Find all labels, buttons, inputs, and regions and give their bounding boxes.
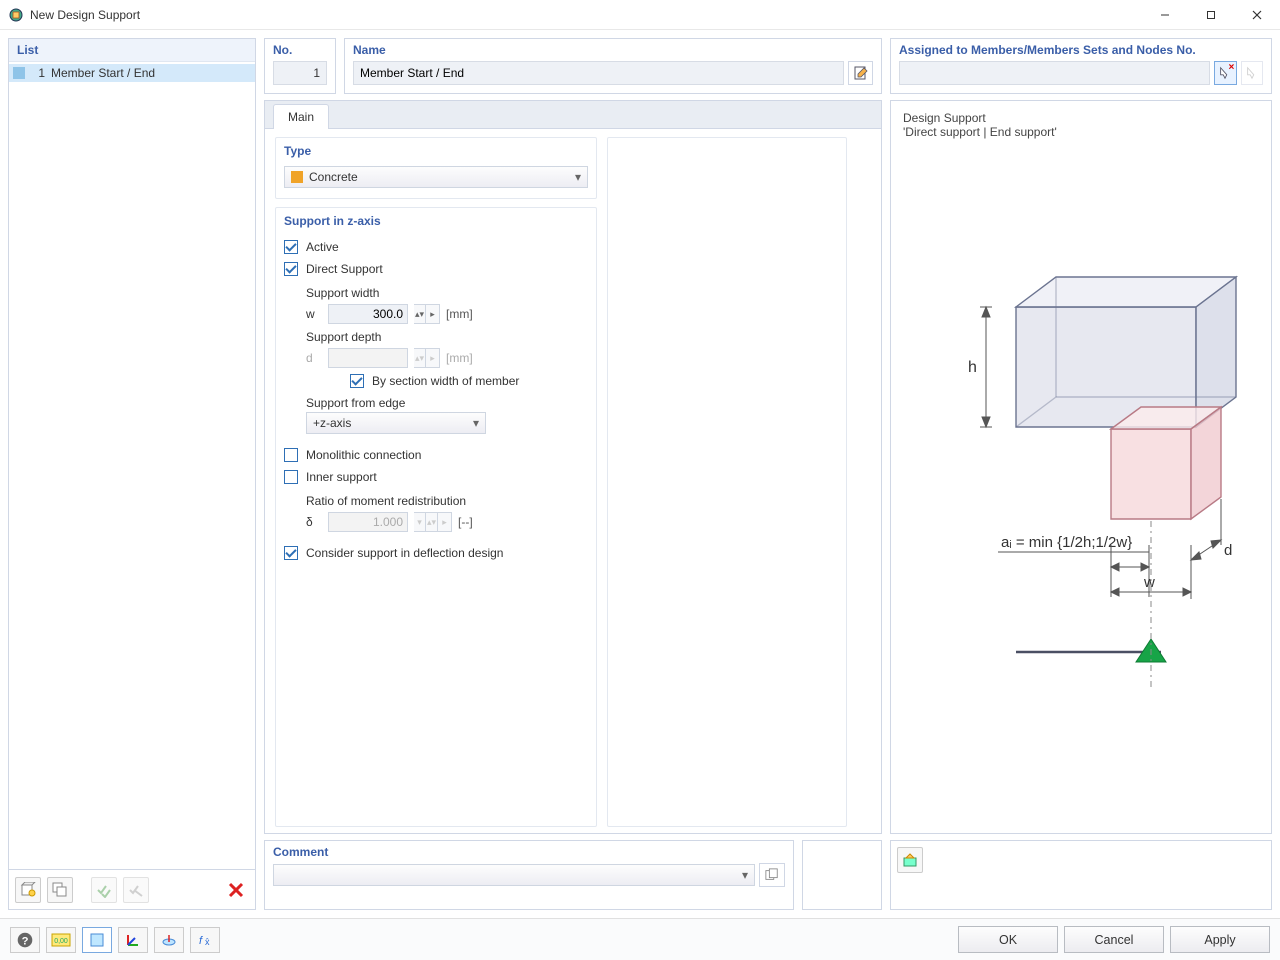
list-item-label: Member Start / End	[51, 66, 155, 80]
ratio-label: Ratio of moment redistribution	[306, 490, 588, 510]
assigned-field[interactable]	[899, 61, 1210, 85]
comment-select[interactable]: ▾	[273, 864, 755, 886]
ratio-dropdown: ▾	[414, 512, 426, 532]
app-icon	[8, 7, 24, 23]
help-button[interactable]: ?	[10, 927, 40, 953]
list-panel: List 1 Member Start / End	[8, 38, 256, 870]
no-box: No.	[264, 38, 336, 94]
preview-refresh-button[interactable]	[897, 847, 923, 873]
list-item[interactable]: 1 Member Start / End	[9, 64, 255, 82]
list-item-swatch	[13, 67, 25, 79]
width-spin[interactable]: ▴▾	[414, 304, 426, 324]
new-item-button[interactable]	[15, 877, 41, 903]
no-label: No.	[265, 39, 335, 57]
depth-menu: ▸	[426, 348, 440, 368]
view-plane-button[interactable]	[82, 927, 112, 953]
support-edge-select[interactable]: +z-axis ▾	[306, 412, 486, 434]
by-section-checkbox[interactable]: By section width of member	[350, 370, 588, 392]
check-all-button[interactable]	[91, 877, 117, 903]
edit-name-button[interactable]	[848, 61, 873, 85]
tab-main[interactable]: Main	[273, 104, 329, 129]
type-select[interactable]: Concrete ▾	[284, 166, 588, 188]
svg-text:f: f	[199, 935, 203, 947]
name-box: Name	[344, 38, 882, 94]
support-edge-label: Support from edge	[306, 392, 588, 412]
preview-subtitle: 'Direct support | End support'	[903, 125, 1259, 139]
preview-diagram: h aᵢ = min {1/2h;1/2w}	[916, 267, 1246, 707]
svg-text:w: w	[1143, 574, 1155, 591]
svg-text:0,00: 0,00	[54, 938, 68, 945]
support-z-heading: Support in z-axis	[276, 208, 596, 232]
support-depth-input	[328, 348, 408, 368]
view-3d-button[interactable]	[154, 927, 184, 953]
ratio-menu: ▸	[438, 512, 452, 532]
close-button[interactable]	[1234, 0, 1280, 30]
minimize-button[interactable]	[1142, 0, 1188, 30]
pick-add-button[interactable]	[1241, 61, 1263, 85]
support-edge-value: +z-axis	[313, 416, 351, 430]
ratio-unit: [--]	[458, 515, 473, 529]
svg-text:h: h	[968, 359, 977, 376]
list-item-index: 1	[33, 66, 45, 80]
chevron-down-icon: ▾	[742, 868, 748, 882]
comment-box: Comment ▾	[264, 840, 794, 910]
active-checkbox[interactable]: Active	[284, 236, 588, 258]
type-heading: Type	[276, 138, 596, 162]
view-axes-button[interactable]	[118, 927, 148, 953]
duplicate-item-button[interactable]	[47, 877, 73, 903]
support-width-label: Support width	[306, 282, 588, 302]
ratio-input	[328, 512, 408, 532]
svg-text:x̂: x̂	[205, 937, 210, 947]
ratio-symbol: δ	[306, 515, 322, 529]
width-symbol: w	[306, 307, 322, 321]
svg-text:aᵢ = min {1/2h;1/2w}: aᵢ = min {1/2h;1/2w}	[1001, 534, 1132, 551]
direct-support-checkbox[interactable]: Direct Support	[284, 258, 588, 280]
depth-symbol: d	[306, 351, 322, 365]
uncheck-all-button[interactable]	[123, 877, 149, 903]
type-swatch-icon	[291, 171, 303, 183]
units-button[interactable]: 0,00	[46, 927, 76, 953]
svg-text:d: d	[1224, 542, 1232, 559]
apply-button[interactable]: Apply	[1170, 926, 1270, 953]
assigned-box: Assigned to Members/Members Sets and Nod…	[890, 38, 1272, 94]
preview-title: Design Support	[903, 111, 1259, 125]
comment-lib-button[interactable]	[759, 863, 785, 887]
inner-support-checkbox[interactable]: Inner support	[284, 466, 588, 488]
assigned-label: Assigned to Members/Members Sets and Nod…	[891, 39, 1271, 57]
name-label: Name	[345, 39, 881, 57]
title-bar: New Design Support	[0, 0, 1280, 30]
width-unit: [mm]	[446, 307, 473, 321]
maximize-button[interactable]	[1188, 0, 1234, 30]
deflection-checkbox[interactable]: Consider support in deflection design	[284, 542, 588, 564]
depth-unit: [mm]	[446, 351, 473, 365]
name-field[interactable]	[353, 61, 844, 85]
cancel-button[interactable]: Cancel	[1064, 926, 1164, 953]
support-width-input[interactable]	[328, 304, 408, 324]
chevron-down-icon: ▾	[575, 170, 581, 184]
no-field[interactable]	[273, 61, 327, 85]
formula-button[interactable]: fx̂	[190, 927, 220, 953]
pick-clear-button[interactable]: ×	[1214, 61, 1236, 85]
chevron-down-icon: ▾	[473, 416, 479, 430]
type-value: Concrete	[309, 170, 358, 184]
svg-text:?: ?	[22, 935, 29, 947]
ratio-spin: ▴▾	[426, 512, 438, 532]
ok-button[interactable]: OK	[958, 926, 1058, 953]
list-heading: List	[9, 39, 255, 62]
monolithic-checkbox[interactable]: Monolithic connection	[284, 444, 588, 466]
width-menu[interactable]: ▸	[426, 304, 440, 324]
depth-spin: ▴▾	[414, 348, 426, 368]
delete-item-button[interactable]	[223, 877, 249, 903]
support-depth-label: Support depth	[306, 326, 588, 346]
comment-label: Comment	[273, 845, 785, 863]
preview-panel: Design Support 'Direct support | End sup…	[890, 100, 1272, 834]
window-title: New Design Support	[30, 8, 140, 22]
